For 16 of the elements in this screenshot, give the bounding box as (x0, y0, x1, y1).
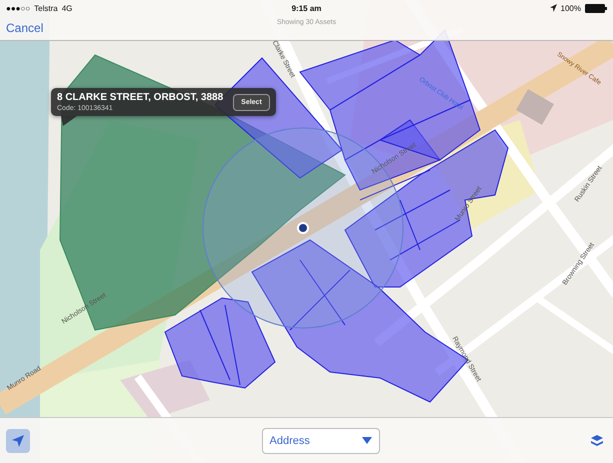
search-type-dropdown[interactable]: Address (262, 428, 380, 454)
signal-strength: ●●●○○ (6, 4, 30, 12)
callout-title: 8 CLARKE STREET, ORBOST, 3888 (57, 92, 224, 103)
location-arrow-icon (550, 4, 557, 12)
current-location-icon (297, 222, 309, 234)
carrier-name: Telstra (34, 4, 58, 12)
layers-button[interactable] (591, 434, 603, 446)
current-location-button[interactable] (6, 428, 30, 452)
location-arrow-icon (12, 434, 24, 446)
dropdown-caret-icon (362, 437, 372, 444)
cancel-button[interactable]: Cancel (0, 21, 50, 35)
battery-percentage: 100% (560, 4, 581, 12)
network-type: 4G (62, 4, 72, 12)
status-time: 9:15 am (292, 4, 322, 12)
battery-icon (584, 4, 607, 12)
layers-icon (591, 434, 603, 446)
